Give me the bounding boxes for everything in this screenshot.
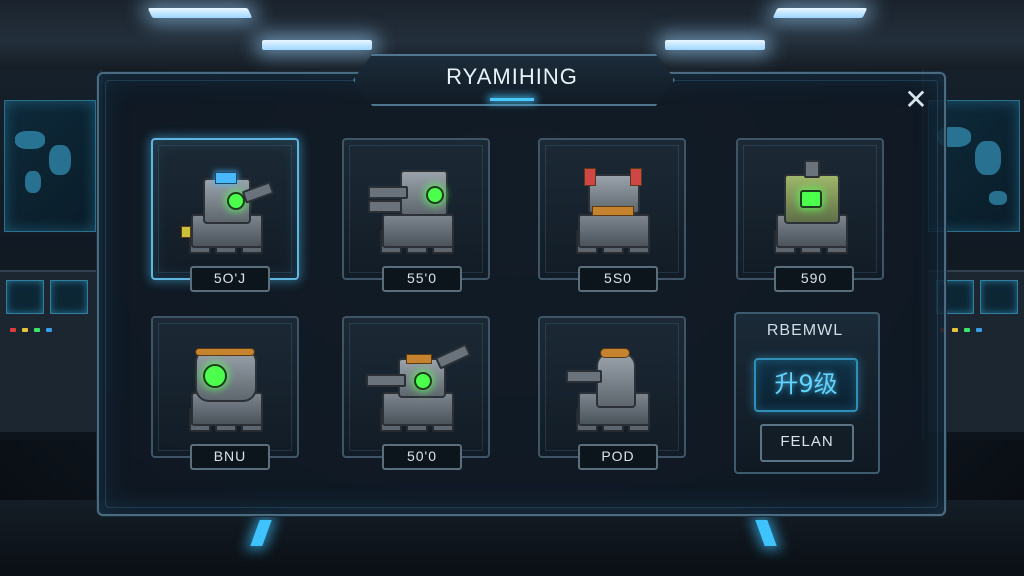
tower-price-4: 590	[774, 266, 854, 292]
tower-slot-1[interactable]	[151, 138, 299, 280]
tower-price-7: POD	[578, 444, 658, 470]
tower-slot-4[interactable]	[736, 138, 884, 280]
title-glow	[490, 98, 534, 101]
tower-slot-6[interactable]	[342, 316, 490, 458]
heavy-cannon-turret-icon	[366, 334, 472, 434]
tower-price-6: 50'0	[382, 444, 462, 470]
tower-price-2: 55'0	[382, 266, 462, 292]
ceiling-light	[262, 40, 372, 50]
tower-slot-7[interactable]	[538, 316, 686, 458]
tower-slot-2[interactable]	[342, 138, 490, 280]
cannon-turret-icon	[175, 156, 275, 256]
twin-gun-turret-icon	[366, 156, 466, 256]
close-button[interactable]: ✕	[900, 84, 932, 116]
tower-price-3: 5S0	[578, 266, 658, 292]
control-console	[0, 270, 96, 432]
tower-slot-3[interactable]	[538, 138, 686, 280]
reactor-turret-icon	[760, 156, 860, 256]
tower-slot-5[interactable]	[151, 316, 299, 458]
beacon-turret-icon	[562, 156, 662, 256]
ceiling-light	[772, 8, 868, 18]
ceiling-light	[147, 8, 253, 18]
release-button[interactable]: FELAN	[760, 424, 854, 462]
left-wall-console	[0, 70, 102, 440]
ceiling-light	[665, 40, 765, 50]
panel-title: RYAMIHING	[446, 64, 578, 89]
tower-price-1: 5O'J	[190, 266, 270, 292]
tower-price-5: BNU	[190, 444, 270, 470]
world-map-screen	[4, 100, 96, 232]
dome-turret-icon	[562, 334, 662, 434]
orb-turret-icon	[175, 334, 275, 434]
upgrade-button[interactable]: 升9级	[754, 358, 858, 412]
info-label: RBEMWL	[766, 322, 844, 339]
